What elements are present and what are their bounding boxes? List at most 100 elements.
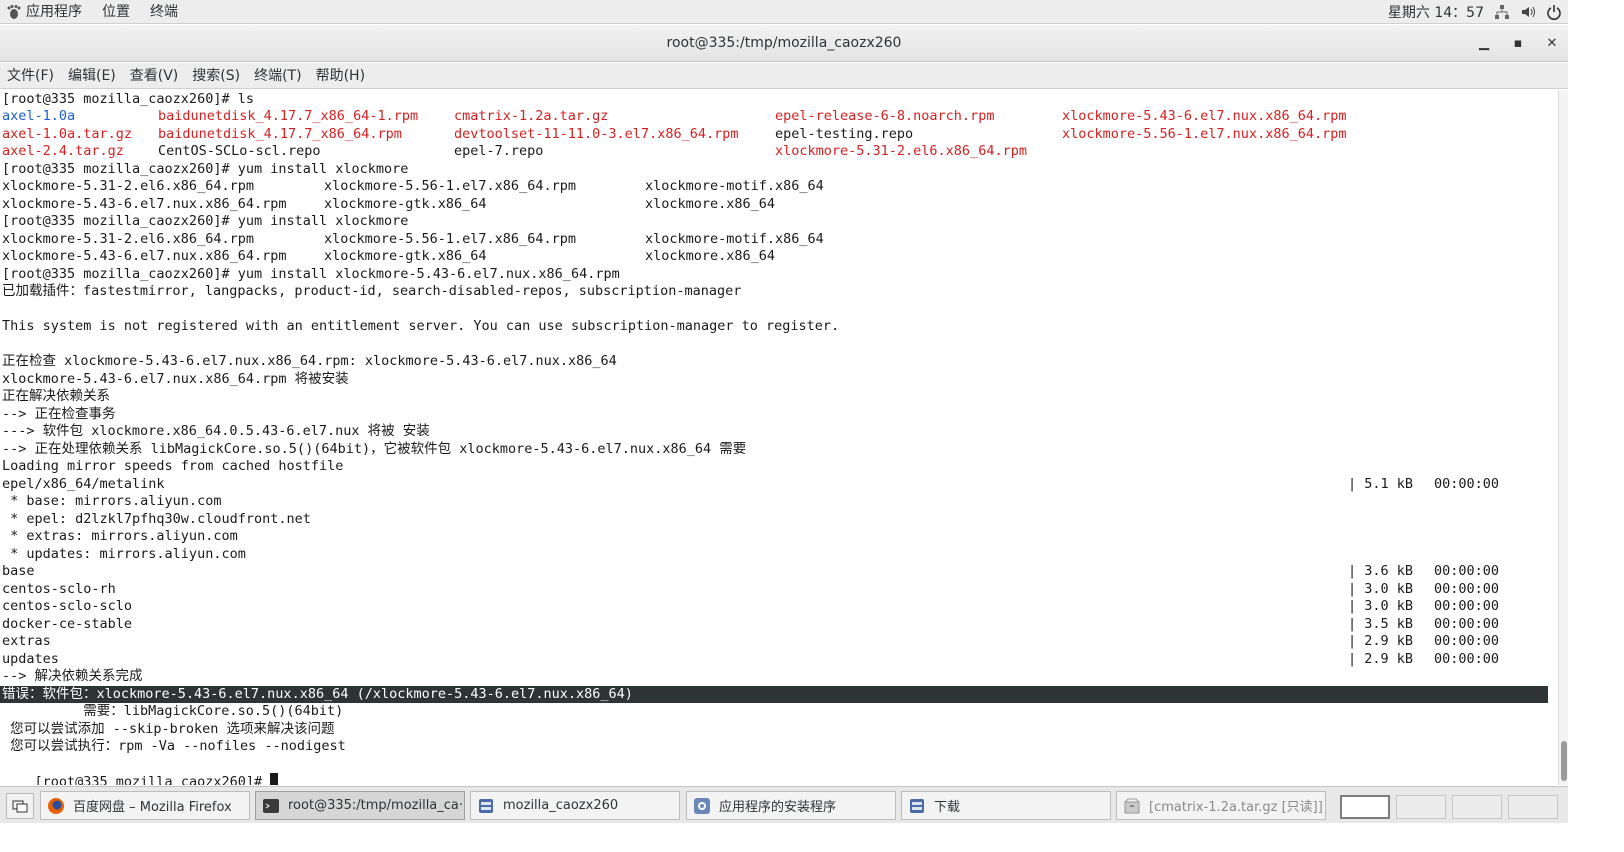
workspace-2[interactable]: [1396, 795, 1446, 819]
scrollbar-thumb[interactable]: [1561, 741, 1567, 781]
prompt-text: [root@335 mozilla_caozx260]#: [34, 773, 271, 785]
terminal-line: * epel: d2lzkl7pfhq30w.cloudfront.net: [2, 510, 311, 527]
terminal-line: This system is not registered with an en…: [2, 318, 840, 334]
ls-entry: axel-1.0a.tar.gz: [2, 125, 133, 142]
terminal-line: --> 正在检查事务: [2, 405, 116, 422]
installer-icon: [694, 797, 710, 814]
maximize-button[interactable]: ▪: [1508, 34, 1528, 54]
workspace-3[interactable]: [1452, 795, 1502, 819]
terminal-line: 您可以尝试添加 --skip-broken 选项来解决该问题: [2, 720, 335, 737]
ls-entry: devtoolset-11-11.0-3.el7.x86_64.rpm: [454, 125, 739, 142]
repo-time: 00:00:00: [1434, 615, 1500, 632]
places-menu[interactable]: 位置: [92, 0, 140, 24]
folder-icon: [910, 798, 924, 813]
repo-row: docker-ce-stable | 3.5 kB 00:00:00: [2, 616, 1542, 633]
completion-entry: xlockmore-5.31-2.el6.x86_64.rpm: [2, 178, 254, 194]
repo-time: 00:00:00: [1434, 633, 1500, 649]
completion-entry: xlockmore-gtk.x86_64: [324, 248, 487, 264]
terminal-line: [root@335 mozilla_caozx260]# yum install…: [2, 213, 409, 229]
task-label: 应用程序的安装程序: [719, 800, 837, 815]
task-downloads[interactable]: 下载: [901, 791, 1111, 820]
window-controls: ▁ ▪ ✕: [1474, 25, 1562, 62]
ls-entry: epel-release-6-8.noarch.rpm: [775, 108, 995, 124]
completion-row: xlockmore-5.31-2.el6.x86_64.rpm xlockmor…: [2, 178, 1542, 195]
terminal-line: 您可以尝试执行：rpm -Va --nofiles --nodigest: [2, 738, 346, 754]
repo-row: updates | 2.9 kB 00:00:00: [2, 651, 1542, 668]
repo-size: | 2.9 kB: [1348, 633, 1414, 649]
terminal-output[interactable]: [root@335 mozilla_caozx260]# ls axel-1.0…: [0, 90, 1558, 785]
terminal-line: [root@335 mozilla_caozx260]# yum install…: [2, 265, 620, 282]
repo-time: 00:00:00: [1434, 580, 1500, 597]
folder-icon: [479, 798, 493, 813]
repo-row: base | 3.6 kB 00:00:00: [2, 563, 1542, 580]
minimize-icon: ▁: [1479, 36, 1489, 51]
terminal-line: [root@335 mozilla_caozx260]# ls: [2, 91, 254, 107]
task-terminal[interactable]: root@335:/tmp/mozilla_ca···: [255, 791, 465, 820]
minimize-button[interactable]: ▁: [1474, 34, 1494, 54]
workspace-1[interactable]: [1340, 795, 1390, 819]
terminal-menu[interactable]: 终端: [140, 0, 188, 24]
terminal-line: * extras: mirrors.aliyun.com: [2, 528, 238, 544]
task-label: mozilla_caozx260: [503, 798, 619, 813]
close-icon: ✕: [1546, 36, 1558, 51]
terminal-line: * base: mirrors.aliyun.com: [2, 493, 222, 509]
menu-view[interactable]: 查看(V): [123, 63, 186, 89]
menu-search[interactable]: 搜索(S): [185, 63, 247, 89]
menu-help[interactable]: 帮助(H): [309, 63, 372, 89]
task-folder-mozilla[interactable]: mozilla_caozx260: [470, 791, 680, 820]
show-desktop-button[interactable]: [6, 793, 34, 819]
gnome-foot-icon: [7, 4, 21, 19]
workspace-4[interactable]: [1508, 795, 1558, 819]
ls-row: axel-1.0a.tar.gz baidunetdisk_4.17.7_x86…: [2, 126, 1542, 143]
top-right-tray: 星期六 14：57: [1388, 0, 1562, 24]
terminal-icon: [263, 798, 279, 813]
close-button[interactable]: ✕: [1542, 34, 1562, 54]
repo-size: | 5.1 kB: [1348, 475, 1414, 492]
terminal-scrollbar[interactable]: [1558, 90, 1568, 785]
repo-name: centos-sclo-rh: [2, 580, 116, 597]
completion-row: xlockmore-5.43-6.el7.nux.x86_64.rpm xloc…: [2, 248, 1542, 265]
repo-time: 00:00:00: [1434, 475, 1500, 492]
task-label: [cmatrix-1.2a.tar.gz [只读]]: [1149, 800, 1323, 815]
task-archive[interactable]: [cmatrix-1.2a.tar.gz [只读]]: [1116, 791, 1326, 820]
firefox-icon: [48, 797, 64, 814]
clock[interactable]: 星期六 14：57: [1388, 2, 1484, 22]
ls-entry: axel-1.0a: [2, 108, 76, 124]
terminal-line: 正在解决依赖关系: [2, 388, 110, 404]
terminal-line: 正在检查 xlockmore-5.43-6.el7.nux.x86_64.rpm…: [2, 353, 617, 369]
menu-edit[interactable]: 编辑(E): [61, 63, 123, 89]
terminal-line: * updates: mirrors.aliyun.com: [2, 545, 246, 562]
top-panel: 应用程序 位置 终端 星期六 14：57: [0, 0, 1568, 24]
maximize-icon: ▪: [1513, 36, 1523, 51]
network-icon[interactable]: [1494, 4, 1510, 20]
task-installer[interactable]: 应用程序的安装程序: [686, 791, 896, 820]
menu-file[interactable]: 文件(F): [0, 63, 61, 89]
power-icon[interactable]: [1546, 4, 1562, 20]
ls-row: axel-1.0a baidunetdisk_4.17.7_x86_64-1.r…: [2, 108, 1542, 125]
completion-row: xlockmore-5.43-6.el7.nux.x86_64.rpm xloc…: [2, 196, 1542, 213]
task-label: 下载: [934, 800, 961, 815]
repo-row: centos-sclo-rh | 3.0 kB 00:00:00: [2, 581, 1542, 598]
repo-name: base: [2, 563, 35, 579]
task-firefox[interactable]: 百度网盘 – Mozilla Firefox: [40, 791, 250, 820]
prompt-line[interactable]: [root@335 mozilla_caozx260]#: [2, 756, 279, 785]
ls-entry: baidunetdisk_4.17.7_x86_64.rpm: [158, 125, 402, 142]
completion-entry: xlockmore.x86_64: [645, 248, 776, 264]
repo-time: 00:00:00: [1434, 598, 1500, 614]
repo-row: extras | 2.9 kB 00:00:00: [2, 633, 1542, 650]
ls-entry: epel-7.repo: [454, 143, 544, 159]
repo-name: docker-ce-stable: [2, 615, 133, 632]
completion-entry: xlockmore-5.56-1.el7.x86_64.rpm: [324, 230, 576, 247]
applications-menu[interactable]: 应用程序: [0, 0, 92, 24]
repo-name: epel/x86_64/metalink: [2, 475, 165, 492]
repo-time: 00:00:00: [1434, 650, 1500, 667]
repo-name: updates: [2, 650, 59, 667]
window-titlebar[interactable]: root@335:/tmp/mozilla_caozx260 ▁ ▪ ✕: [0, 25, 1568, 62]
menu-terminal[interactable]: 终端(T): [247, 63, 308, 89]
window-title: root@335:/tmp/mozilla_caozx260: [666, 35, 902, 51]
ls-entry: cmatrix-1.2a.tar.gz: [454, 108, 609, 124]
archive-icon: [1124, 798, 1140, 813]
terminal-line: 需要：libMagickCore.so.5()(64bit): [2, 703, 344, 719]
completion-entry: xlockmore-5.56-1.el7.x86_64.rpm: [324, 178, 576, 194]
volume-icon[interactable]: [1520, 4, 1536, 20]
